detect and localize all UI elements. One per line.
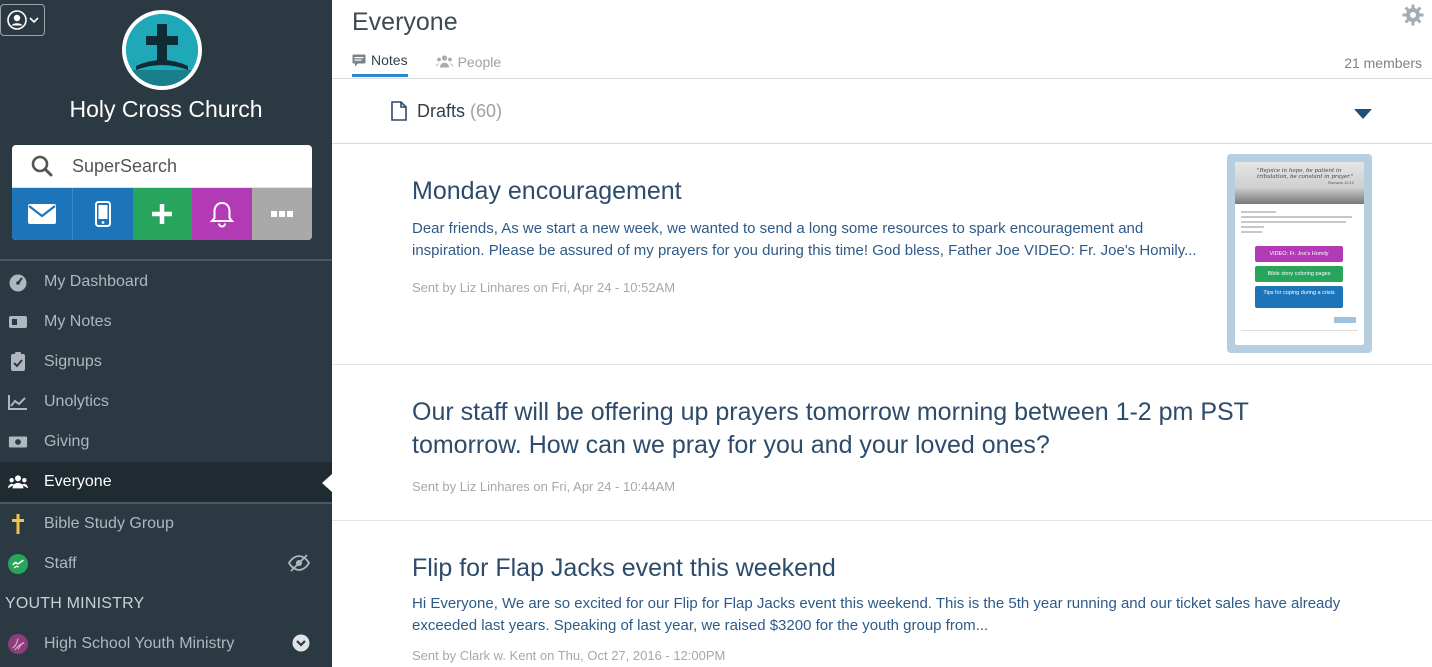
people-icon (8, 472, 28, 492)
drafts-label: Drafts (417, 100, 466, 121)
hidden-eye-icon[interactable] (287, 554, 311, 577)
more-icon (271, 211, 294, 217)
search-input[interactable]: SuperSearch (12, 145, 312, 188)
account-menu-button[interactable] (0, 4, 45, 36)
tab-bar: Notes People (352, 52, 501, 77)
sidebar-item-label: Signups (44, 353, 102, 370)
church-logo[interactable] (122, 10, 202, 90)
dashboard-icon (8, 272, 28, 292)
giving-icon (8, 432, 28, 452)
gear-icon[interactable] (1402, 4, 1424, 31)
plus-icon (152, 204, 173, 224)
document-icon (391, 101, 407, 121)
thumbnail-banner: "Rejoice in hope, be patient in tribulat… (1235, 162, 1364, 204)
note-preview: Dear friends, As we start a new week, we… (412, 220, 1197, 259)
note-title[interactable]: Monday encouragement (412, 175, 1197, 208)
thumbnail-ref: Romans 12:12 (1327, 180, 1354, 185)
chevron-down-icon[interactable] (292, 634, 310, 657)
signups-icon (8, 352, 28, 372)
notes-icon (8, 312, 28, 332)
drafts-toggle[interactable]: Drafts (60) (332, 79, 1432, 144)
note-thumbnail[interactable]: "Rejoice in hope, be patient in tribulat… (1227, 154, 1372, 353)
thumbnail-reply-chip (1334, 317, 1356, 323)
sidebar-item-label: My Notes (44, 313, 112, 330)
thumbnail-quote: "Rejoice in hope, be patient in tribulat… (1257, 168, 1354, 180)
sidebar-item-label: Bible Study Group (44, 515, 174, 532)
page-title: Everyone (352, 8, 458, 36)
sidebar-nav: My Dashboard My Notes Signups Unolytics … (0, 262, 332, 664)
search-panel: SuperSearch (12, 145, 312, 240)
thumbnail-rule (1241, 330, 1358, 331)
sidebar-item-label: My Dashboard (44, 273, 149, 290)
thumbnail-button: VIDEO: Fr. Joe's Homily (1255, 246, 1343, 262)
sidebar-item-everyone[interactable]: Everyone (0, 462, 332, 502)
sidebar-divider (0, 259, 332, 261)
tab-label: People (457, 53, 502, 70)
main-content: Everyone Notes People 21 members Drafts … (332, 0, 1432, 667)
analytics-icon (8, 392, 28, 412)
sidebar-item-staff[interactable]: Staff (0, 544, 332, 584)
more-button[interactable] (252, 188, 312, 240)
cross-icon (8, 514, 28, 534)
church-name: Holy Cross Church (69, 96, 263, 122)
add-button[interactable] (132, 188, 193, 240)
sidebar-item-signups[interactable]: Signups (0, 342, 332, 382)
sidebar-item-label: Giving (44, 433, 90, 450)
sidebar-item-high-school-youth-ministry[interactable]: High School Youth Ministry (0, 624, 332, 664)
sidebar-item-label: Unolytics (44, 393, 109, 410)
user-icon (6, 10, 27, 30)
sidebar-item-bible-study-group[interactable]: Bible Study Group (0, 504, 332, 544)
tab-people[interactable]: People (435, 52, 502, 77)
search-icon (31, 155, 53, 177)
sidebar-item-label: High School Youth Ministry (44, 635, 235, 652)
youth-icon (8, 634, 28, 654)
thumbnail-text (1235, 204, 1364, 240)
notifications-button[interactable] (192, 188, 253, 240)
bell-icon (210, 201, 235, 228)
sidebar-item-my-notes[interactable]: My Notes (0, 302, 332, 342)
note-item[interactable]: Our staff will be offering up prayers to… (332, 365, 1432, 521)
email-preview: "Rejoice in hope, be patient in tribulat… (1235, 162, 1364, 345)
sidebar-item-unolytics[interactable]: Unolytics (0, 382, 332, 422)
notes-tab-icon (352, 54, 366, 66)
tab-label: Notes (371, 52, 408, 68)
chevron-down-icon (28, 17, 39, 24)
sidebar-item-label: Everyone (44, 473, 112, 490)
note-meta: Sent by Clark w. Kent on Thu, Oct 27, 20… (412, 648, 726, 663)
thumbnail-button: Tips for coping during a crisis (1255, 286, 1343, 308)
note-meta: Sent by Liz Linhares on Fri, Apr 24 - 10… (412, 479, 676, 494)
search-placeholder: SuperSearch (72, 155, 178, 176)
section-label-youth-ministry: YOUTH MINISTRY (5, 595, 145, 612)
people-tab-icon (435, 55, 453, 68)
thumbnail-button: Bible story coloring pages (1255, 266, 1343, 282)
note-title[interactable]: Our staff will be offering up prayers to… (412, 396, 1362, 462)
sidebar-item-my-dashboard[interactable]: My Dashboard (0, 262, 332, 302)
mail-icon (27, 204, 56, 224)
note-item[interactable]: Monday encouragement Dear friends, As we… (332, 144, 1432, 365)
note-item[interactable]: Flip for Flap Jacks event this weekend H… (332, 521, 1432, 667)
note-meta: Sent by Liz Linhares on Fri, Apr 24 - 10… (412, 280, 676, 295)
sidebar-item-giving[interactable]: Giving (0, 422, 332, 462)
tab-notes[interactable]: Notes (352, 52, 408, 77)
staff-icon (8, 554, 28, 574)
caret-down-icon[interactable] (1354, 109, 1372, 119)
cross-logo-icon (126, 14, 198, 86)
sidebar: Holy Cross Church SuperSearch My Dashboa… (0, 0, 332, 667)
send-email-button[interactable] (12, 188, 72, 240)
sidebar-item-label: Staff (44, 555, 77, 572)
phone-icon (94, 201, 111, 227)
members-count: 21 members (1344, 55, 1422, 71)
note-preview: Hi Everyone, We are so excited for our F… (412, 595, 1341, 634)
note-title[interactable]: Flip for Flap Jacks event this weekend (412, 552, 1362, 585)
drafts-count: (60) (470, 100, 503, 121)
send-text-button[interactable] (71, 188, 133, 240)
